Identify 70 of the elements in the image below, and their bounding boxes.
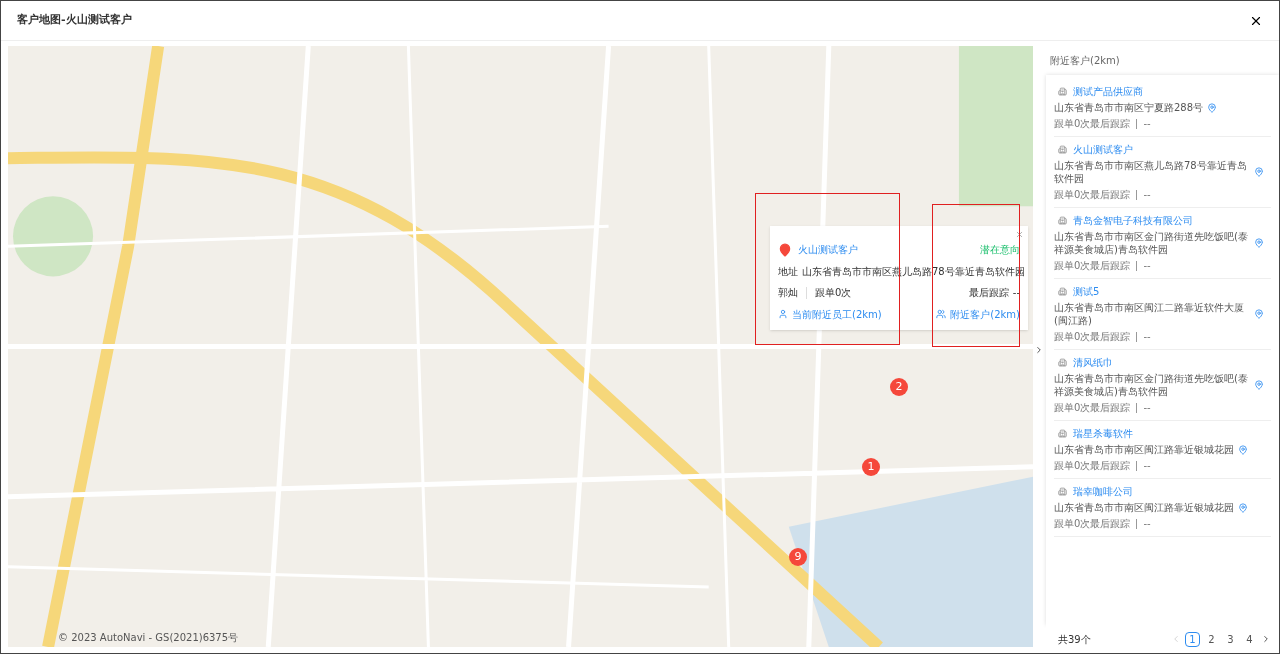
locate-icon[interactable]	[1207, 102, 1218, 113]
locate-icon[interactable]	[1238, 502, 1248, 513]
customer-list-item[interactable]: 瑞星杀毒软件 山东省青岛市市南区闽江路靠近银城花园 跟单0次最后跟踪 --	[1054, 421, 1271, 479]
customer-name-link[interactable]: 瑞幸咖啡公司	[1073, 484, 1133, 499]
page-button[interactable]: 1	[1185, 631, 1200, 647]
window-title: 客户地图-火山测试客户	[17, 12, 132, 29]
follow-info: 跟单0次最后跟踪	[1054, 459, 1131, 473]
page-button[interactable]: 4	[1242, 631, 1257, 647]
last-follow-label: 最后跟踪	[968, 286, 1009, 301]
collapse-arrow-icon[interactable]	[1034, 344, 1042, 355]
last-follow-value: --	[1143, 330, 1151, 344]
address-label: 地址	[778, 264, 798, 279]
customer-list-item[interactable]: 瑞幸咖啡公司 山东省青岛市市南区闽江路靠近银城花园 跟单0次最后跟踪 --	[1054, 479, 1271, 537]
follow-info: 跟单0次最后跟踪	[1054, 188, 1131, 202]
customer-list-item[interactable]: 测试5 山东省青岛市市南区闽江二路靠近软件大厦(闽江路) 跟单0次最后跟踪 --	[1054, 279, 1271, 350]
location-pin-icon	[778, 242, 792, 257]
customer-name-link[interactable]: 清风纸巾	[1073, 355, 1113, 370]
address-text: 山东省青岛市市南区金门路街道先吃饭吧(泰祥源美食城店)青岛软件园	[1054, 230, 1249, 256]
last-follow-value: --	[1143, 459, 1151, 473]
total-count: 共39个	[1058, 632, 1091, 647]
address-text: 山东省青岛市市南区闽江路靠近银城花园	[1054, 443, 1234, 456]
person-icon	[778, 309, 788, 320]
address-text: 山东省青岛市市南区闽江路靠近银城花园	[1054, 501, 1234, 514]
last-follow-value: --	[1143, 188, 1151, 202]
owner-name: 郭灿	[778, 286, 798, 301]
building-icon	[1058, 287, 1067, 296]
page-button[interactable]: 3	[1223, 631, 1238, 647]
building-icon	[1058, 216, 1067, 225]
locate-icon[interactable]	[1254, 238, 1264, 248]
customer-list-item[interactable]: 测试产品供应商 山东省青岛市市南区宁夏路288号 跟单0次最后跟踪 --	[1054, 79, 1271, 137]
building-icon	[1058, 429, 1067, 438]
building-icon	[1058, 87, 1067, 96]
follow-info: 跟单0次最后跟踪	[1054, 330, 1131, 344]
follow-count: 跟单0次	[815, 286, 852, 301]
customer-name-link[interactable]: 瑞星杀毒软件	[1073, 426, 1133, 441]
address-text: 山东省青岛市市南区燕儿岛路78号靠近青岛软件园	[1054, 159, 1248, 185]
locate-icon[interactable]	[1254, 167, 1264, 177]
page-button[interactable]: 2	[1204, 631, 1219, 647]
last-follow-value: --	[1143, 117, 1151, 131]
customer-list-item[interactable]: 清风纸巾 山东省青岛市市南区金门路街道先吃饭吧(泰祥源美食城店)青岛软件园 跟单0次最后跟踪 --	[1054, 350, 1271, 421]
map-copyright: © 2023 AutoNavi - GS(2021)6375号	[58, 631, 239, 645]
building-icon	[1058, 145, 1067, 154]
follow-info: 跟单0次最后跟踪	[1054, 259, 1131, 273]
customer-list-item[interactable]: 火山测试客户 山东省青岛市市南区燕儿岛路78号靠近青岛软件园 跟单0次最后跟踪 --	[1054, 137, 1271, 208]
building-icon	[1058, 358, 1067, 367]
nearby-staff-link[interactable]: 当前附近员工(2km)	[792, 306, 882, 322]
customer-list-item[interactable]: 青岛金智电子科技有限公司 山东省青岛市市南区金门路街道先吃饭吧(泰祥源美食城店)青岛软件园 跟单0次最后跟踪 --	[1054, 208, 1271, 279]
customer-name-link[interactable]: 青岛金智电子科技有限公司	[1073, 213, 1193, 228]
nearby-customers-link[interactable]: 附近客户(2km)	[950, 306, 1020, 322]
locate-icon[interactable]	[1254, 380, 1264, 390]
address-text: 山东省青岛市市南区宁夏路288号	[1054, 101, 1204, 114]
customer-name-link[interactable]: 测试产品供应商	[1073, 84, 1143, 99]
last-follow-value: --	[1143, 517, 1151, 531]
status-label: 潜在意向	[980, 243, 1020, 257]
locate-icon[interactable]	[1238, 444, 1248, 455]
sidebar-title: 附近客户(2km)	[1049, 54, 1121, 68]
building-icon	[1058, 487, 1067, 496]
follow-info: 跟单0次最后跟踪	[1054, 401, 1131, 415]
follow-info: 跟单0次最后跟踪	[1054, 117, 1131, 131]
people-icon	[936, 309, 947, 320]
address-text: 山东省青岛市市南区金门路街道先吃饭吧(泰祥源美食城店)青岛软件园	[1054, 372, 1249, 398]
last-follow-value: --	[1143, 401, 1151, 415]
follow-info: 跟单0次最后跟踪	[1054, 517, 1131, 531]
customer-name-link[interactable]: 火山测试客户	[1073, 142, 1133, 157]
customer-name-link[interactable]: 测试5	[1073, 284, 1100, 299]
last-follow-value: --	[1143, 259, 1151, 273]
next-page-icon[interactable]	[1261, 634, 1271, 644]
locate-icon[interactable]	[1254, 309, 1264, 319]
address-text: 山东省青岛市市南区闽江二路靠近软件大厦(闽江路)	[1054, 301, 1245, 327]
customer-name-link[interactable]: 火山测试客户	[798, 242, 858, 257]
